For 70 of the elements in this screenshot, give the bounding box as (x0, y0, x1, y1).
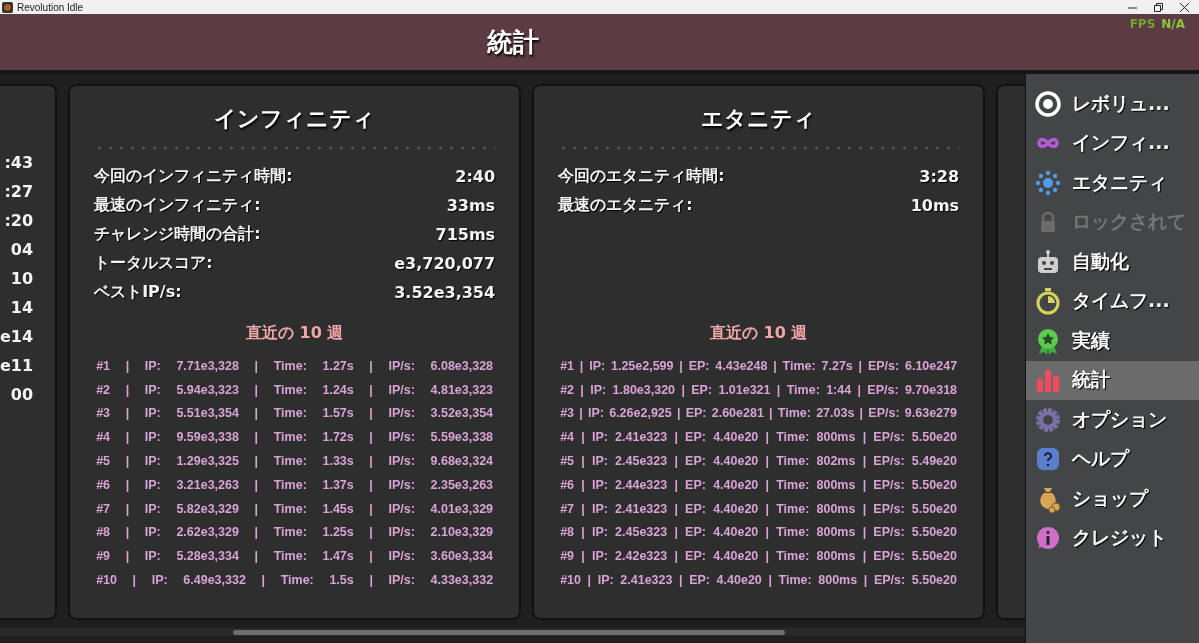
stat-value: 04 (10, 239, 34, 261)
run-log-line: #5 | IP: 1.29e3,325 | Time: 1.33s | IP/s: 9.68e3,324 (95, 453, 495, 471)
run-log-line: #8 | IP: 2.62e3,329 | Time: 1.25s | IP/s: 2.10e3,329 (95, 524, 495, 542)
stat-label: 最速のインフィニティ: (94, 195, 261, 216)
window-title: Revolution Idle (17, 1, 84, 13)
sidebar-item[interactable]: クレジット (1026, 518, 1199, 558)
run-log-line: #1 | IP: 1.25e2,599 | EP: 4.43e248 | Time: 7.27s | EP/s: 6.10e247 (559, 357, 959, 375)
run-log-line: #7 | IP: 5.82e3,329 | Time: 1.45s | IP/s: 4.01e3,329 (95, 500, 495, 518)
run-log-line: #6 | IP: 3.21e3,263 | Time: 1.37s | IP/s: 2.35e3,263 (95, 476, 495, 494)
run-log-line: #6 | IP: 2.44e323 | EP: 4.40e20 | Time: 800ms | EP/s: 5.50e20 (559, 476, 958, 494)
close-icon[interactable] (1180, 2, 1189, 12)
stat-label: 最速のエタニティ: (558, 195, 693, 216)
stat-value: :27 (4, 181, 34, 203)
sidebar-item[interactable]: ヘルプ (1026, 439, 1199, 479)
stat-value: e3,720,077 (394, 254, 496, 273)
run-log-line: #10 | IP: 2.41e323 | EP: 4.40e20 | Time: 800ms | EP/s: 5.50e20 (559, 572, 958, 590)
stat-value: e14 (0, 326, 34, 348)
section-heading: 直近の 10 週 (244, 322, 345, 344)
sidebar-item[interactable]: レボリュ... (1026, 84, 1199, 124)
sidebar-item[interactable]: エタニティ (1026, 163, 1199, 203)
card-title: インフィニティ (213, 105, 377, 133)
run-log-line: #8 | IP: 2.45e323 | EP: 4.40e20 | Time: 800ms | EP/s: 5.50e20 (559, 524, 958, 542)
card-title: エタニティ (700, 105, 818, 133)
stat-label: トータルスコア: (94, 253, 213, 274)
stat-value: 14 (10, 297, 34, 319)
run-log-line: #3 | IP: 6.26e2,925 | EP: 2.60e281 | Time: 27.03s | EP/s: 9.63e279 (559, 405, 958, 423)
sidebar-item[interactable]: 実績 (1026, 321, 1199, 361)
stat-value: 33ms (446, 196, 496, 215)
run-log-line: #4 | IP: 2.41e323 | EP: 4.40e20 | Time: 800ms | EP/s: 5.50e20 (559, 429, 958, 447)
stat-value: 00 (10, 384, 34, 406)
run-log-line: #7 | IP: 2.41e323 | EP: 4.40e20 | Time: 800ms | EP/s: 5.50e20 (559, 500, 958, 518)
fps-label: FPS (1129, 17, 1156, 31)
stat-value: :43 (4, 152, 34, 174)
sidebar-item[interactable]: インフィ... (1026, 123, 1199, 163)
settings-icon (1034, 405, 1062, 434)
stat-value: 10ms (910, 196, 960, 215)
run-log-line: #3 | IP: 5.51e3,354 | Time: 1.57s | IP/s: 3.52e3,354 (95, 405, 495, 423)
run-log-line: #1 | IP: 7.71e3,328 | Time: 1.27s | IP/s: 6.08e3,328 (95, 357, 495, 375)
stat-label: 今回のエタニティ時間: (558, 166, 725, 187)
stat-label: チャレンジ時間の合計: (94, 224, 261, 245)
stopwatch-icon (1034, 287, 1062, 316)
stat-value: 715ms (435, 225, 496, 244)
stat-value: :20 (4, 210, 34, 232)
stat-value: 10 (10, 268, 34, 290)
stat-value: 2:40 (455, 167, 496, 186)
run-log-line: #4 | IP: 9.59e3,338 | Time: 1.72s | IP/s: 5.59e3,338 (95, 429, 495, 447)
run-log-line: #2 | IP: 5.94e3,323 | Time: 1.24s | IP/s: 4.81e3,323 (95, 381, 495, 399)
stat-value: e11 (0, 355, 34, 377)
sidebar-item[interactable]: オプション (1026, 400, 1199, 440)
dots-circle-icon (1034, 168, 1062, 197)
sidebar-item[interactable]: 自動化 (1026, 242, 1199, 282)
sidebar-item[interactable]: 統計 (1026, 360, 1199, 400)
target-icon (1034, 89, 1062, 118)
run-log-line: #10 | IP: 6.49e3,332 | Time: 1.5s | IP/s: 4.33e3,332 (95, 572, 495, 590)
section-heading: 直近の 10 週 (708, 322, 809, 344)
run-log-line: #9 | IP: 2.42e323 | EP: 4.40e20 | Time: 800ms | EP/s: 5.50e20 (559, 548, 958, 566)
stat-label: 今回のインフィニティ時間: (94, 166, 293, 187)
app-icon (2, 1, 13, 13)
stat-value: 3.52e3,354 (394, 283, 496, 302)
restore-icon[interactable] (1154, 2, 1163, 12)
sidebar-item[interactable]: タイムフ... (1026, 281, 1199, 321)
scrollbar-thumb[interactable] (233, 629, 785, 635)
page-title: 統計 (485, 26, 540, 59)
run-log-line: #9 | IP: 5.28e3,334 | Time: 1.47s | IP/s: 3.60e3,334 (95, 548, 495, 566)
stat-value: 3:28 (919, 167, 960, 186)
stat-label: ベストIP/s: (94, 282, 182, 303)
sidebar-item[interactable]: ショップ (1026, 479, 1199, 519)
run-log-line: #2 | IP: 1.80e3,320 | EP: 1.01e321 | Time: 1:44 | EP/s: 9.70e318 (559, 381, 959, 399)
run-log-line: #5 | IP: 2.45e323 | EP: 4.40e20 | Time: 802ms | EP/s: 5.49e20 (559, 453, 958, 471)
fps-value: N/A (1161, 17, 1185, 31)
